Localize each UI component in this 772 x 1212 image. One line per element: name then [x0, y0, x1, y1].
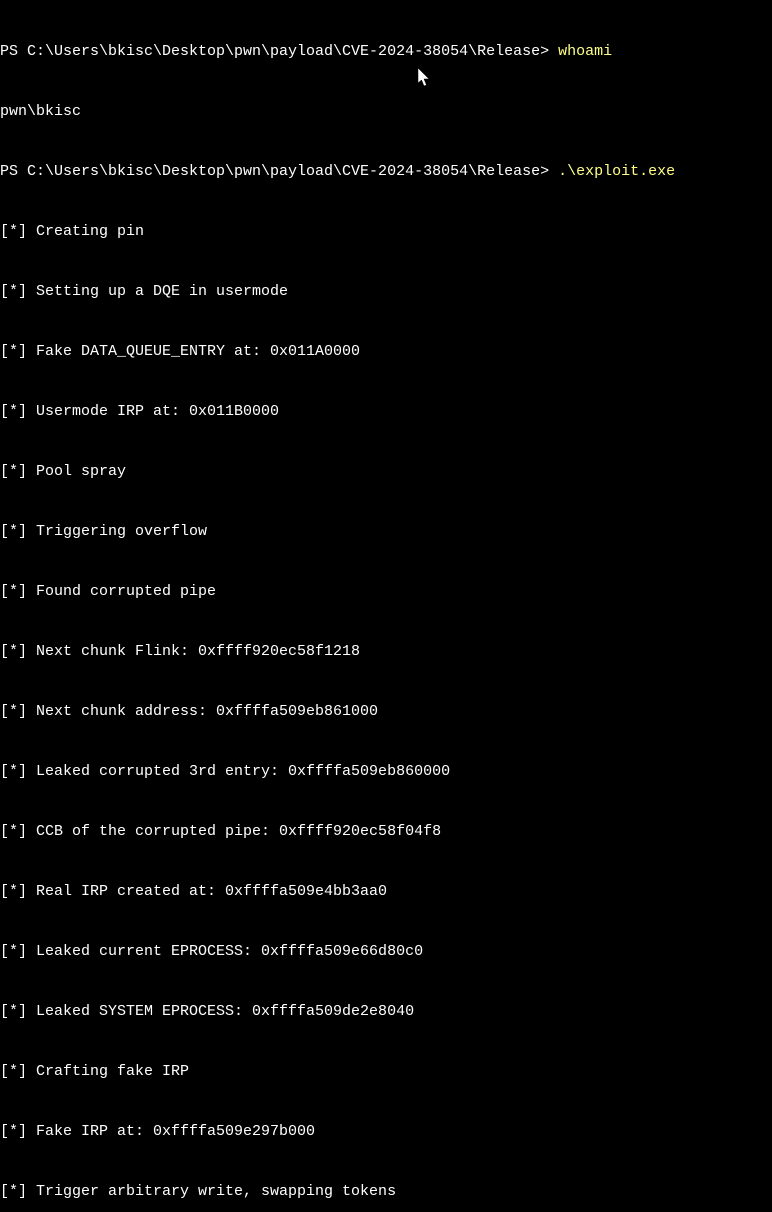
exploit-output-line: [*] Leaked SYSTEM EPROCESS: 0xffffa509de…	[0, 1002, 772, 1022]
exploit-output-line: [*] Creating pin	[0, 222, 772, 242]
ps-prompt: PS C:\Users\bkisc\Desktop\pwn\payload\CV…	[0, 43, 558, 60]
exploit-output-line: [*] CCB of the corrupted pipe: 0xffff920…	[0, 822, 772, 842]
exploit-output-line: [*] Next chunk address: 0xffffa509eb8610…	[0, 702, 772, 722]
whoami-output: pwn\bkisc	[0, 102, 772, 122]
exploit-output-line: [*] Pool spray	[0, 462, 772, 482]
terminal-line: PS C:\Users\bkisc\Desktop\pwn\payload\CV…	[0, 42, 772, 62]
command-input: .\exploit.exe	[558, 163, 675, 180]
exploit-output-line: [*] Fake DATA_QUEUE_ENTRY at: 0x011A0000	[0, 342, 772, 362]
terminal-window[interactable]: PS C:\Users\bkisc\Desktop\pwn\payload\CV…	[0, 2, 772, 1212]
exploit-output-line: [*] Found corrupted pipe	[0, 582, 772, 602]
exploit-output-line: [*] Real IRP created at: 0xffffa509e4bb3…	[0, 882, 772, 902]
exploit-output-line: [*] Fake IRP at: 0xffffa509e297b000	[0, 1122, 772, 1142]
exploit-output-line: [*] Usermode IRP at: 0x011B0000	[0, 402, 772, 422]
command-input: whoami	[558, 43, 612, 60]
exploit-output-line: [*] Leaked corrupted 3rd entry: 0xffffa5…	[0, 762, 772, 782]
terminal-line: PS C:\Users\bkisc\Desktop\pwn\payload\CV…	[0, 162, 772, 182]
exploit-output-line: [*] Leaked current EPROCESS: 0xffffa509e…	[0, 942, 772, 962]
exploit-output-line: [*] Crafting fake IRP	[0, 1062, 772, 1082]
exploit-output-line: [*] Next chunk Flink: 0xffff920ec58f1218	[0, 642, 772, 662]
exploit-output-line: [*] Triggering overflow	[0, 522, 772, 542]
ps-prompt: PS C:\Users\bkisc\Desktop\pwn\payload\CV…	[0, 163, 558, 180]
exploit-output-line: [*] Trigger arbitrary write, swapping to…	[0, 1182, 772, 1202]
exploit-output-line: [*] Setting up a DQE in usermode	[0, 282, 772, 302]
